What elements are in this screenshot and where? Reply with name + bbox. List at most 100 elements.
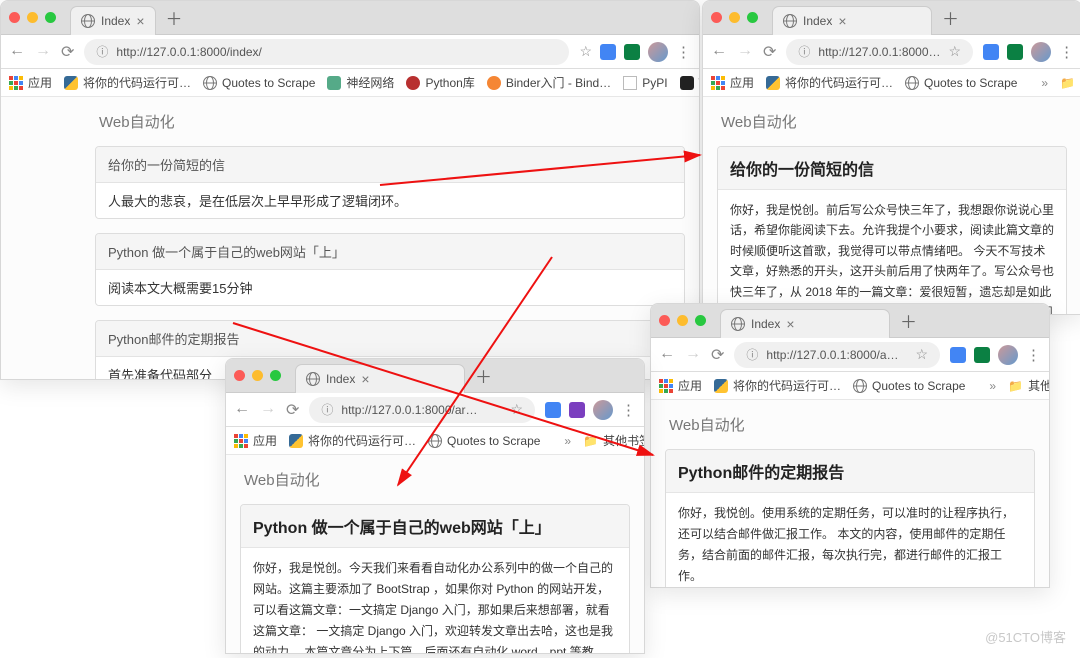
toolbar: ←→⟳ ⓘhttp://127.0.0.1:8000…☆ ⋮ <box>703 35 1080 69</box>
reload-icon[interactable]: ⟳ <box>711 345 724 365</box>
site-info-icon[interactable]: ⓘ <box>96 43 108 60</box>
extension-icon[interactable] <box>1007 44 1023 60</box>
card-title: 给你的一份简短的信 <box>96 147 684 183</box>
toolbar: ← → ⟳ ⓘ http://127.0.0.1:8000/index/ ☆ ⋮ <box>1 35 699 69</box>
bookmark-item[interactable]: Quotes to Scrape <box>203 76 315 90</box>
apps-shortcut[interactable]: 应用 <box>234 432 277 449</box>
extension-icon[interactable] <box>624 44 640 60</box>
close-dot[interactable] <box>9 12 20 23</box>
bookmarks-bar: 应用 将你的代码运行可… Quotes to Scrape » 其他书签 <box>703 69 1080 97</box>
bookmarks-overflow-icon[interactable]: » <box>1041 76 1048 90</box>
profile-avatar[interactable] <box>1031 42 1051 62</box>
profile-avatar[interactable] <box>593 400 613 420</box>
bookmark-item[interactable]: 神经网络 <box>327 74 394 91</box>
watermark: @51CTO博客 <box>985 627 1066 646</box>
bookmarks-overflow-icon[interactable]: » <box>989 379 996 393</box>
tab-active[interactable]: Index × <box>772 6 932 35</box>
tab-active[interactable]: Index × <box>720 309 890 338</box>
reload-icon[interactable]: ⟳ <box>61 42 74 62</box>
tab-title: Index <box>751 317 780 331</box>
list-card-website[interactable]: Python 做一个属于自己的web网站「上」 阅读本文大概需要15分钟 <box>95 233 685 306</box>
other-bookmarks[interactable]: 其他书签 <box>1060 74 1080 91</box>
extension-icon[interactable] <box>983 44 999 60</box>
bookmark-item[interactable]: Quotes to Scrape <box>905 76 1017 90</box>
browser-window-index-large: Index × ＋ ← → ⟳ ⓘ http://127.0.0.1:8000/… <box>0 0 700 380</box>
bookmarks-overflow-icon[interactable]: » <box>564 434 571 448</box>
page-content: Web自动化 Python 做一个属于自己的web网站「上」 你好，我是悦创。今… <box>226 455 644 653</box>
article-body: 你好，我是悦创。今天我们来看看自动化办公系列中的做一个自己的网站。这篇主要添加了… <box>241 548 629 653</box>
tab-close-icon[interactable]: × <box>361 371 369 387</box>
menu-icon[interactable]: ⋮ <box>676 43 691 61</box>
menu-icon[interactable]: ⋮ <box>621 401 636 419</box>
list-card-letter[interactable]: 给你的一份简短的信 人最大的悲哀，是在低层次上早早形成了逻辑闭环。 <box>95 146 685 219</box>
bookmarks-bar: 应用 将你的代码运行可… Quotes to Scrape 神经网络 Pytho… <box>1 69 699 97</box>
menu-icon[interactable]: ⋮ <box>1059 43 1074 61</box>
other-bookmarks[interactable]: 其他书签 <box>1008 377 1049 394</box>
back-icon[interactable]: ← <box>711 42 727 62</box>
dot-icon <box>406 76 420 90</box>
bookmark-item[interactable]: Python库 <box>406 74 474 91</box>
python-icon <box>64 76 78 90</box>
favicon-globe-icon <box>783 14 797 28</box>
bookmark-item[interactable]: Binder入门 - Bind… <box>487 74 611 91</box>
menu-icon[interactable]: ⋮ <box>1026 346 1041 364</box>
bookmark-star-icon[interactable]: ☆ <box>915 346 928 363</box>
titlebar: Index × ＋ <box>651 304 1049 338</box>
address-bar[interactable]: ⓘ http://127.0.0.1:8000/index/ <box>84 39 569 65</box>
apps-shortcut[interactable]: 应用 <box>659 377 702 394</box>
url-text: http://127.0.0.1:8000/ar… <box>341 403 502 417</box>
zoom-dot[interactable] <box>45 12 56 23</box>
reload-icon[interactable]: ⟳ <box>286 400 299 420</box>
apps-shortcut[interactable]: 应用 <box>711 74 754 91</box>
traffic-lights <box>711 12 758 23</box>
article-title: Python邮件的定期报告 <box>666 450 1034 493</box>
tab-close-icon[interactable]: × <box>838 13 846 29</box>
page-content: Web自动化 给你的一份简短的信 你好，我是悦创。前后写公众号快三年了，我想跟你… <box>703 97 1080 314</box>
new-tab-button[interactable]: ＋ <box>900 308 917 333</box>
bookmark-item[interactable]: 将你的代码运行可… <box>64 74 191 91</box>
new-tab-button[interactable]: ＋ <box>166 5 183 30</box>
site-header: Web自动化 <box>95 97 685 146</box>
forward-icon[interactable]: → <box>35 42 51 62</box>
bookmark-star-icon[interactable]: ☆ <box>949 43 962 60</box>
forward-icon[interactable]: → <box>260 400 276 420</box>
minimize-dot[interactable] <box>27 12 38 23</box>
url-text: http://127.0.0.1:8000… <box>818 45 940 59</box>
tab-close-icon[interactable]: × <box>136 13 144 29</box>
tab-close-icon[interactable]: × <box>786 316 794 332</box>
profile-avatar[interactable] <box>648 42 668 62</box>
bookmark-star-icon[interactable]: ☆ <box>579 43 592 60</box>
address-bar[interactable]: ⓘhttp://127.0.0.1:8000/ar…☆ <box>309 397 535 423</box>
site-header: Web自动化 <box>665 400 1035 449</box>
article-body: 你好，我是悦创。前后写公众号快三年了，我想跟你说说心里话，希望你能阅读下去。允许… <box>718 190 1066 314</box>
bookmarks-bar: 应用 将你的代码运行可… Quotes to Scrape » 其他书签 <box>651 372 1049 400</box>
apps-label: 应用 <box>28 74 52 91</box>
reload-icon[interactable]: ⟳ <box>763 42 776 62</box>
tab-title: Index <box>101 14 130 28</box>
browser-window-email: Index × ＋ ← → ⟳ ⓘhttp://127.0.0.1:8000/a…☆… <box>650 303 1050 588</box>
tab-title: Index <box>326 372 355 386</box>
back-icon[interactable]: ← <box>234 400 250 420</box>
apps-shortcut[interactable]: 应用 <box>9 74 52 91</box>
forward-icon[interactable]: → <box>737 42 753 62</box>
back-icon[interactable]: ← <box>9 42 25 62</box>
extension-icon[interactable] <box>600 44 616 60</box>
bookmark-item[interactable]: VisuAlgo - 数据结… <box>680 74 699 91</box>
tab-active[interactable]: Index × <box>70 6 156 35</box>
back-icon[interactable]: ← <box>659 345 675 365</box>
tab-active[interactable]: Index × <box>295 364 465 393</box>
bookmark-item[interactable]: 将你的代码运行可… <box>766 74 893 91</box>
new-tab-button[interactable]: ＋ <box>942 5 959 30</box>
address-bar[interactable]: ⓘhttp://127.0.0.1:8000…☆ <box>786 39 973 65</box>
url-text: http://127.0.0.1:8000/index/ <box>116 45 557 59</box>
bookmarks-bar: 应用 将你的代码运行可… Quotes to Scrape » 其他书签 <box>226 427 644 455</box>
article-title: 给你的一份简短的信 <box>718 147 1066 190</box>
address-bar[interactable]: ⓘhttp://127.0.0.1:8000/a…☆ <box>734 342 940 368</box>
titlebar: Index × ＋ <box>703 1 1080 35</box>
forward-icon[interactable]: → <box>685 345 701 365</box>
new-tab-button[interactable]: ＋ <box>475 363 492 388</box>
bookmark-item[interactable]: PyPI <box>623 76 667 90</box>
other-bookmarks[interactable]: 其他书签 <box>583 432 644 449</box>
bookmark-star-icon[interactable]: ☆ <box>510 401 523 418</box>
profile-avatar[interactable] <box>998 345 1018 365</box>
